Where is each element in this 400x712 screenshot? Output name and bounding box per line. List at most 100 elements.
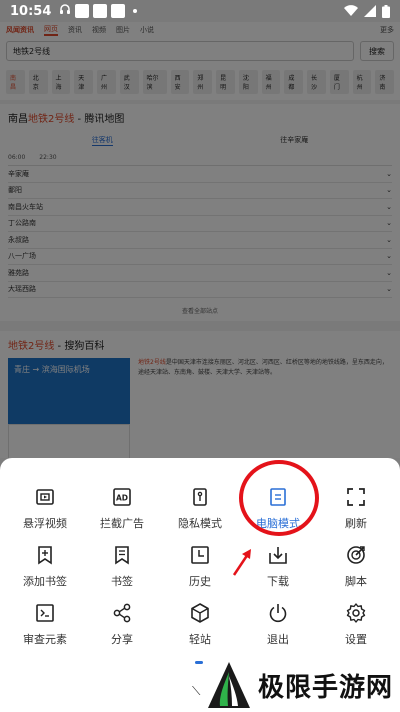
background-webpage: 风闻资讯 网页 资讯 视频 图片 小说 更多 地铁2号线 搜索 南昌 北京 上海… (0, 22, 400, 458)
line-map-image[interactable]: 青庄 → 滨海国际机场 (8, 358, 130, 458)
stop-row[interactable]: 丁公路南 ⌄ (8, 216, 392, 232)
stop-name: 永叔路 (8, 235, 29, 244)
image-caption-to: 滨海国际机场 (41, 365, 90, 374)
direction-tab[interactable]: 往客机 (91, 135, 113, 146)
wiki-result-title[interactable]: 地铁2号线 - 搜狗百科 (8, 337, 392, 352)
nav-item[interactable]: 小说 (140, 25, 154, 35)
search-button[interactable]: 搜索 (360, 41, 394, 61)
menu-item-label: 拦截广告 (100, 517, 144, 530)
stop-row[interactable]: 八一广场 ⌄ (8, 249, 392, 265)
history-icon (189, 544, 211, 566)
nav-item[interactable]: 更多 (380, 25, 394, 35)
menu-item-label: 悬浮视频 (23, 517, 67, 530)
search-input[interactable]: 地铁2号线 (6, 41, 354, 61)
map-result-title[interactable]: 南昌地铁2号线 - 腾讯地图 (8, 110, 392, 125)
stop-row[interactable]: 南昌火车站 ⌄ (8, 199, 392, 216)
floating-video-icon (34, 486, 56, 508)
ad-block-icon: AD (111, 486, 133, 508)
menu-item-settings[interactable]: 设置 (316, 602, 396, 647)
menu-item-label: 分享 (111, 633, 133, 646)
menu-item-share[interactable]: 分享 (82, 602, 162, 647)
menu-item-floating-video[interactable]: 悬浮视频 (5, 486, 85, 531)
menu-item-label: 隐私模式 (178, 517, 222, 530)
menu-item-label: 历史 (189, 575, 211, 588)
menu-item-inspect-element[interactable]: 审查元素 (5, 602, 85, 647)
menu-item-bookmarks[interactable]: 书签 (82, 544, 162, 589)
menu-item-light-site[interactable]: 轻站 (160, 602, 240, 647)
download-icon (267, 544, 289, 566)
city-tab[interactable]: 成都 (284, 70, 304, 94)
direction-tabs: 往客机 往辛家庵 (8, 135, 392, 146)
city-tab[interactable]: 北京 (28, 70, 48, 94)
city-tabs: 南昌 北京 上海 天津 广州 武汉 哈尔滨 西安 郑州 昆明 沈阳 福州 成都 … (0, 64, 400, 100)
city-tab[interactable]: 郑州 (193, 70, 213, 94)
highlight-circle-annotation (239, 460, 319, 536)
menu-item-label: 脚本 (345, 575, 367, 588)
first-train-time: 06:00 (8, 154, 26, 161)
city-tab[interactable]: 哈尔滨 (142, 70, 167, 94)
show-all-stops-link[interactable]: 查看全部站点 (8, 298, 392, 315)
city-tab[interactable]: 西安 (170, 70, 190, 94)
service-times: 06:00 22:30 (8, 152, 392, 166)
wiki-result-card: 地铁2号线 - 搜狗百科 青庄 → 滨海国际机场 地铁2号线是中国天津市连接东丽… (0, 331, 400, 458)
bookmarks-icon (111, 544, 133, 566)
city-tab[interactable]: 沈阳 (238, 70, 258, 94)
share-icon (111, 602, 133, 624)
stop-name: 鄱阳 (8, 186, 22, 195)
menu-item-label: 下载 (267, 575, 289, 588)
menu-item-add-bookmark[interactable]: 添加书签 (5, 544, 85, 589)
add-bookmark-icon (34, 544, 56, 566)
city-tab[interactable]: 天津 (74, 70, 93, 94)
city-tab[interactable]: 昆明 (216, 70, 235, 94)
site-logo: 风闻资讯 (6, 26, 34, 34)
status-bar: 10:54 (0, 0, 400, 22)
city-tab[interactable]: 武汉 (119, 70, 139, 94)
nav-item[interactable]: 网页 (44, 24, 58, 36)
light-site-icon (189, 602, 211, 624)
direction-tab[interactable]: 往辛家庵 (280, 135, 308, 146)
stop-row[interactable]: 雅苑路 ⌄ (8, 265, 392, 282)
nav-item[interactable]: 资讯 (68, 25, 82, 35)
privacy-mode-icon (189, 486, 211, 508)
script-icon (345, 544, 367, 566)
stop-row[interactable]: 大瑶西路 ⌄ (8, 282, 392, 298)
line-map-diagram (8, 424, 130, 458)
menu-item-label: 设置 (345, 633, 367, 646)
wiki-text-highlight: 地铁2号线 (138, 359, 166, 366)
menu-item-refresh[interactable]: 刷新 (316, 486, 396, 531)
menu-item-label: 刷新 (345, 517, 367, 530)
stop-name: 丁公路南 (8, 219, 36, 228)
menu-item-label: 轻站 (189, 633, 211, 646)
chevron-down-icon: ⌄ (386, 186, 392, 195)
city-tab[interactable]: 长沙 (307, 70, 326, 94)
settings-icon (345, 602, 367, 624)
city-tab[interactable]: 广州 (97, 70, 116, 94)
nav-item[interactable]: 视频 (92, 25, 106, 35)
nav-item[interactable]: 图片 (116, 25, 130, 35)
menu-item-label: 书签 (111, 575, 133, 588)
city-tab[interactable]: 杭州 (352, 70, 372, 94)
menu-item-exit[interactable]: 退出 (238, 602, 318, 647)
sheet-handle[interactable] (195, 661, 203, 664)
menu-item-label: 添加书签 (23, 575, 67, 588)
city-tab[interactable]: 南昌 (6, 70, 25, 94)
city-tab[interactable]: 济南 (375, 70, 395, 94)
menu-item-privacy-mode[interactable]: 隐私模式 (160, 486, 240, 531)
chevron-down-icon: ⌄ (386, 202, 392, 211)
menu-item-script[interactable]: 脚本 (316, 544, 396, 589)
chevron-down-icon: ⌄ (386, 219, 392, 228)
pointer-arrow-annotation (232, 549, 251, 576)
search-row: 地铁2号线 搜索 (0, 38, 400, 64)
stop-row[interactable]: 永叔路 ⌄ (8, 232, 392, 249)
city-tab[interactable]: 上海 (51, 70, 71, 94)
city-tab[interactable]: 福州 (261, 70, 281, 94)
wiki-body: 青庄 → 滨海国际机场 地铁2号线是中国天津市连接东丽区、河北区、河西区、红桥区… (8, 358, 392, 458)
stop-row[interactable]: 鄱阳 ⌄ (8, 183, 392, 199)
menu-item-history[interactable]: 历史 (160, 544, 240, 589)
stop-row[interactable]: 辛家庵 ⌄ (8, 166, 392, 183)
inspect-element-icon (34, 602, 56, 624)
city-tab[interactable]: 厦门 (329, 70, 349, 94)
signal-icon (364, 5, 376, 17)
menu-item-ad-block[interactable]: AD 拦截广告 (82, 486, 162, 531)
stop-name: 辛家庵 (8, 169, 29, 178)
